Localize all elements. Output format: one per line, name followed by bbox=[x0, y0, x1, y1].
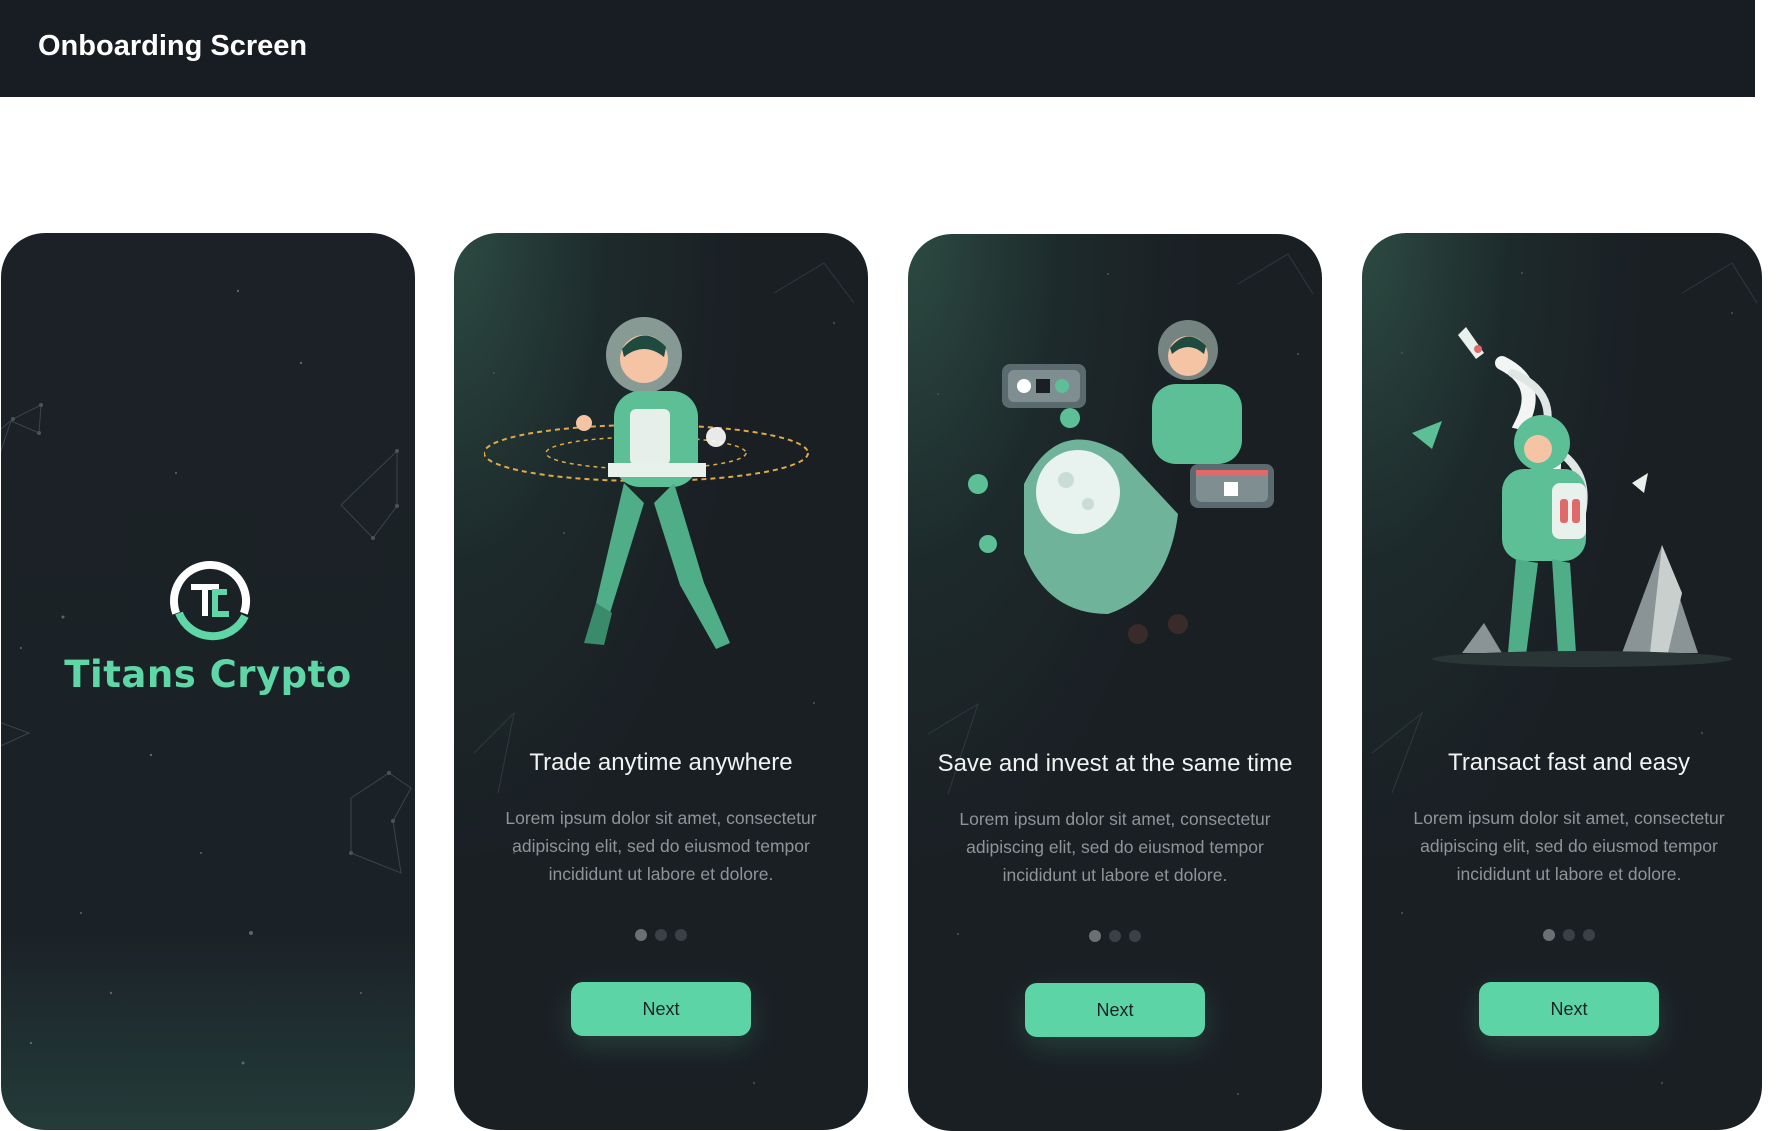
pagination-dot-3[interactable] bbox=[1129, 930, 1141, 942]
astronaut-orbit-illustration bbox=[484, 317, 809, 649]
next-button[interactable]: Next bbox=[1025, 983, 1205, 1037]
astronaut-rocket-illustration bbox=[1412, 327, 1732, 667]
slide-description: Lorem ipsum dolor sit amet, consectetur … bbox=[959, 809, 1271, 885]
pagination-dot-1[interactable] bbox=[1089, 930, 1101, 942]
pagination-dot-2[interactable] bbox=[655, 929, 667, 941]
next-button[interactable]: Next bbox=[571, 982, 751, 1036]
slide-title: Transact fast and easy bbox=[1448, 749, 1690, 776]
titans-crypto-logo-icon bbox=[169, 561, 250, 641]
pagination-dot-1[interactable] bbox=[1543, 929, 1555, 941]
splash-screen: Titans Crypto bbox=[1, 233, 415, 1130]
slide-title: Save and invest at the same time bbox=[937, 750, 1293, 777]
slide-title: Trade anytime anywhere bbox=[529, 749, 793, 776]
top-header-bar: Onboarding Screen bbox=[0, 0, 1755, 97]
pagination-dot-3[interactable] bbox=[675, 929, 687, 941]
pagination-dot-3[interactable] bbox=[1583, 929, 1595, 941]
astronaut-planet-invest-illustration bbox=[968, 320, 1274, 644]
slide-description: Lorem ipsum dolor sit amet, consectetur … bbox=[505, 808, 817, 884]
pagination-dot-2[interactable] bbox=[1109, 930, 1121, 942]
page-title: Onboarding Screen bbox=[38, 30, 308, 62]
pagination-dot-1[interactable] bbox=[635, 929, 647, 941]
pagination-dot-2[interactable] bbox=[1563, 929, 1575, 941]
brand-name: Titans Crypto bbox=[64, 653, 352, 696]
slide-description: Lorem ipsum dolor sit amet, consectetur … bbox=[1413, 808, 1725, 884]
next-button[interactable]: Next bbox=[1479, 982, 1659, 1036]
pagination-dots bbox=[454, 928, 868, 946]
pagination-dots bbox=[1362, 928, 1762, 946]
onboarding-slide-2: Save and invest at the same time Lorem i… bbox=[908, 234, 1322, 1131]
onboarding-slide-3: Transact fast and easy Lorem ipsum dolor… bbox=[1362, 233, 1762, 1130]
onboarding-slide-1: Trade anytime anywhere Lorem ipsum dolor… bbox=[454, 233, 868, 1130]
pagination-dots bbox=[908, 929, 1322, 947]
